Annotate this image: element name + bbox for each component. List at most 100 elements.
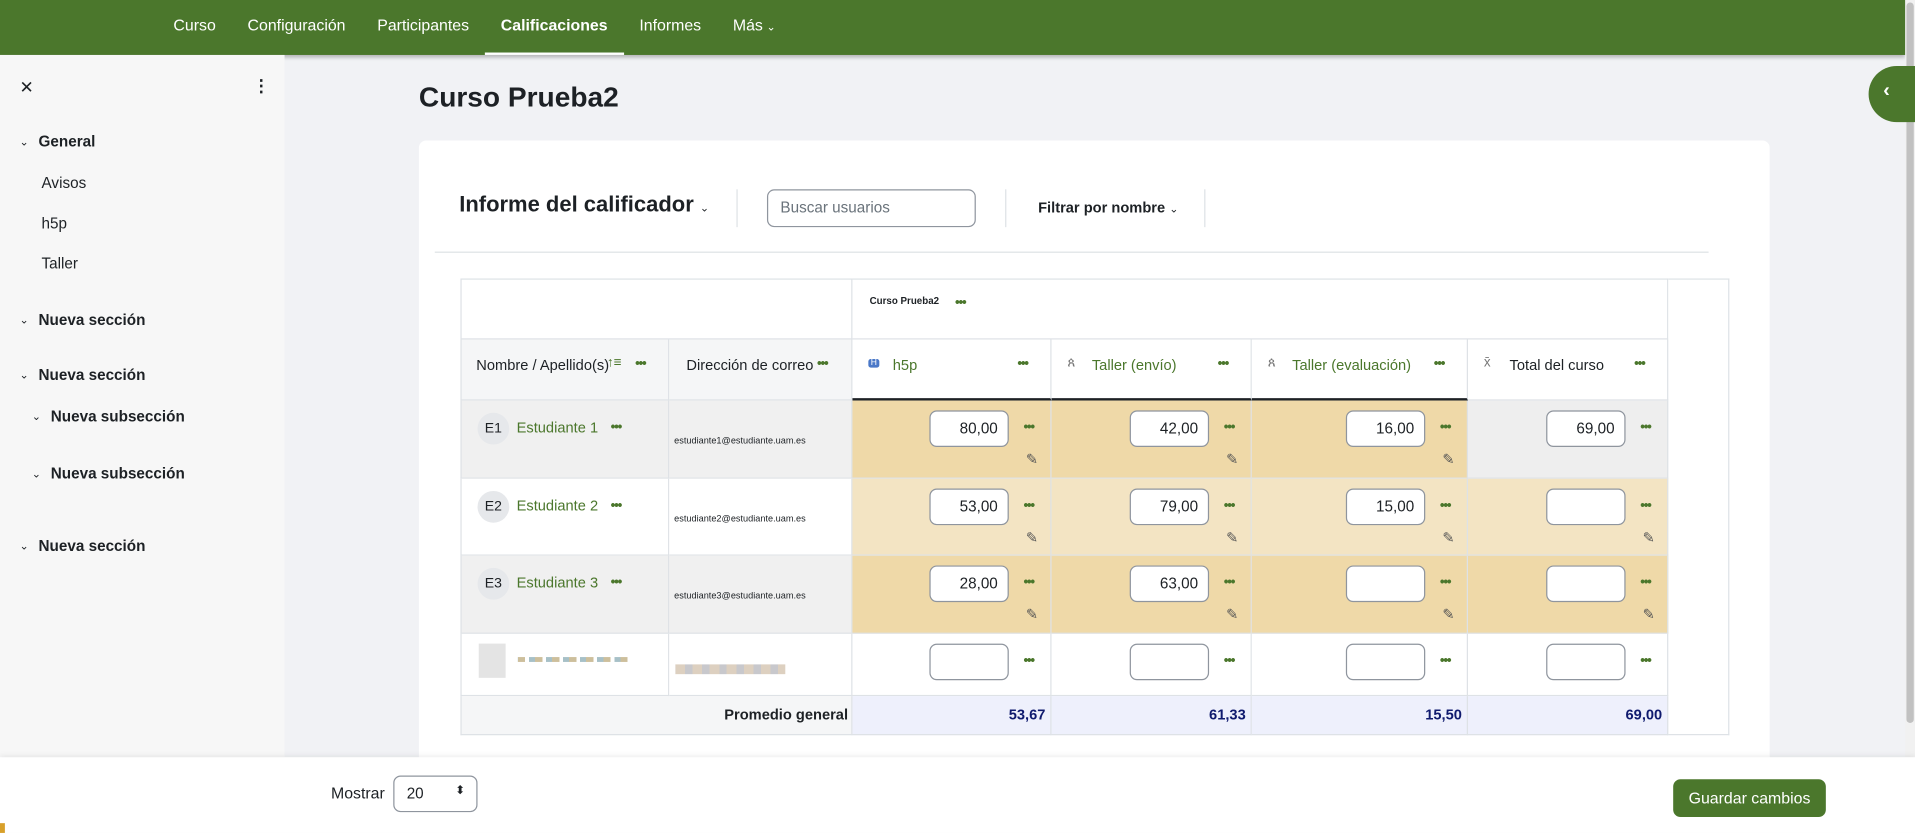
grade-input[interactable]	[1345, 643, 1426, 681]
edit-icon[interactable]: ✎	[1226, 606, 1238, 623]
close-icon[interactable]: ✕	[20, 77, 34, 98]
avatar: E1	[477, 412, 510, 445]
chevron-down-icon: ⌄	[31, 467, 41, 480]
chevron-down-icon: ⌄	[766, 20, 776, 33]
grade-input[interactable]: 28,00	[929, 565, 1009, 603]
edit-icon[interactable]: ✎	[1226, 529, 1238, 546]
edit-icon[interactable]: ✎	[1026, 451, 1038, 468]
grade-input[interactable]: 42,00	[1129, 410, 1210, 447]
actions-menu-icon[interactable]: •••	[1440, 420, 1452, 435]
save-changes-button[interactable]: Guardar cambios	[1673, 779, 1826, 818]
sidebar-section[interactable]: ⌄ Nueva sección	[20, 311, 146, 328]
sidebar-section[interactable]: ⌄ Nueva sección	[20, 537, 146, 554]
actions-menu-icon[interactable]: •••	[1023, 653, 1035, 668]
avatar: E2	[477, 490, 510, 523]
chevron-down-icon: ⌄	[19, 313, 29, 326]
actions-menu-icon[interactable]: •••	[635, 357, 647, 372]
open-block-drawer-button[interactable]: ‹	[1868, 65, 1915, 123]
actions-menu-icon[interactable]: •••	[1224, 498, 1236, 513]
student-actions-icon[interactable]: •••	[611, 498, 623, 513]
edit-icon[interactable]: ✎	[1226, 451, 1238, 468]
sidebar-item[interactable]: Taller	[42, 255, 78, 272]
grade-item-header-label: Taller (evaluación)	[1292, 356, 1412, 374]
more-options-icon[interactable]: ⋮	[253, 76, 270, 97]
report-selector[interactable]: Informe del calificador ⌄	[459, 192, 709, 218]
nav-item-label: Informes	[639, 15, 702, 35]
nav-item-más[interactable]: Más ⌄	[717, 0, 792, 55]
edit-icon[interactable]: ✎	[1442, 529, 1454, 546]
grade-input[interactable]: 69,00	[1546, 410, 1626, 447]
grade-input[interactable]	[1546, 488, 1626, 526]
workshop-icon: ጰ	[1267, 355, 1276, 371]
grade-input[interactable]	[929, 643, 1009, 681]
chevron-down-icon: ⌄	[31, 409, 41, 422]
actions-menu-icon[interactable]: •••	[1440, 575, 1452, 590]
chevron-down-icon: ⌄	[19, 134, 29, 148]
edit-icon[interactable]: ✎	[1643, 606, 1655, 623]
actions-menu-icon[interactable]: •••	[817, 357, 829, 372]
name-header-label: Nombre / Apellido(s)	[476, 356, 610, 374]
actions-menu-icon[interactable]: •••	[1218, 357, 1230, 372]
filter-by-name-dropdown[interactable]: Filtrar por nombre ⌄	[1038, 199, 1178, 216]
actions-menu-icon[interactable]: •••	[1017, 357, 1029, 372]
actions-menu-icon[interactable]: •••	[1023, 498, 1035, 513]
actions-menu-icon[interactable]: •••	[1224, 653, 1236, 668]
grade-input[interactable]: 53,00	[929, 488, 1009, 526]
grade-input[interactable]: 15,00	[1345, 488, 1426, 526]
edit-icon[interactable]: ✎	[1026, 606, 1038, 623]
edit-icon[interactable]: ✎	[1442, 451, 1454, 468]
sidebar-section[interactable]: ⌄ General	[20, 133, 96, 150]
sidebar-item[interactable]: h5p	[42, 215, 67, 232]
actions-menu-icon[interactable]: •••	[1640, 420, 1652, 435]
student-email: estudiante3@estudiante.uam.es	[674, 589, 806, 601]
sidebar-section[interactable]: ⌄ Nueva subsección	[32, 465, 185, 482]
grade-input[interactable]	[1129, 643, 1210, 681]
student-name-link[interactable]: Estudiante 3	[517, 574, 598, 591]
grade-input[interactable]: 16,00	[1345, 410, 1426, 447]
category-actions-icon[interactable]: •••	[955, 296, 967, 311]
top-navigation: Curso Configuración Participantes Calificac…	[0, 0, 1906, 55]
table-filler	[1668, 278, 1730, 736]
average-label: Promedio general	[724, 705, 849, 724]
actions-menu-icon[interactable]: •••	[1640, 575, 1652, 590]
student-name-link[interactable]: Estudiante 2	[517, 497, 598, 514]
actions-menu-icon[interactable]: •••	[1640, 653, 1652, 668]
grade-input[interactable]: 79,00	[1129, 488, 1210, 526]
nav-item-calificaciones[interactable]: Calificaciones	[484, 0, 625, 55]
edit-icon[interactable]: ✎	[1442, 606, 1454, 623]
sidebar-section[interactable]: ⌄ Nueva subsección	[32, 408, 185, 425]
student-actions-icon[interactable]: •••	[611, 575, 623, 590]
search-users-input[interactable]: Buscar usuarios	[766, 189, 976, 228]
student-name-link[interactable]: Estudiante 1	[517, 419, 598, 436]
per-page-select[interactable]: 20 ⬍	[393, 775, 478, 813]
actions-menu-icon[interactable]: •••	[1434, 357, 1446, 372]
edit-icon[interactable]: ✎	[1026, 529, 1038, 546]
grade-input[interactable]: 80,00	[929, 410, 1009, 447]
nav-item-informes[interactable]: Informes	[623, 0, 717, 55]
grade-item-header-label: Taller (envío)	[1091, 356, 1177, 374]
grade-input[interactable]	[1345, 565, 1426, 603]
sidebar-item[interactable]: Avisos	[42, 175, 87, 192]
actions-menu-icon[interactable]: •••	[1440, 653, 1452, 668]
actions-menu-icon[interactable]: •••	[1634, 357, 1646, 372]
actions-menu-icon[interactable]: •••	[1023, 575, 1035, 590]
actions-menu-icon[interactable]: •••	[1440, 498, 1452, 513]
divider	[736, 189, 738, 228]
actions-menu-icon[interactable]: •••	[1224, 420, 1236, 435]
nav-item-participantes[interactable]: Participantes	[361, 0, 485, 55]
grade-input[interactable]	[1546, 643, 1626, 681]
grade-input[interactable]	[1546, 565, 1626, 603]
chevron-down-icon: ⌄	[19, 368, 29, 381]
nav-item-configuración[interactable]: Configuración	[232, 0, 362, 55]
edit-icon[interactable]: ✎	[1643, 529, 1655, 546]
grade-input[interactable]: 63,00	[1129, 565, 1210, 603]
report-selector-label: Informe del calificador	[459, 191, 694, 217]
student-actions-icon[interactable]: •••	[611, 420, 623, 435]
average-cell: 15,50	[1251, 696, 1469, 736]
sort-icon[interactable]: ↑≡	[607, 355, 622, 370]
actions-menu-icon[interactable]: •••	[1023, 420, 1035, 435]
nav-item-curso[interactable]: Curso	[158, 0, 232, 55]
actions-menu-icon[interactable]: •••	[1224, 575, 1236, 590]
sidebar-section[interactable]: ⌄ Nueva sección	[20, 366, 146, 383]
actions-menu-icon[interactable]: •••	[1640, 498, 1652, 513]
